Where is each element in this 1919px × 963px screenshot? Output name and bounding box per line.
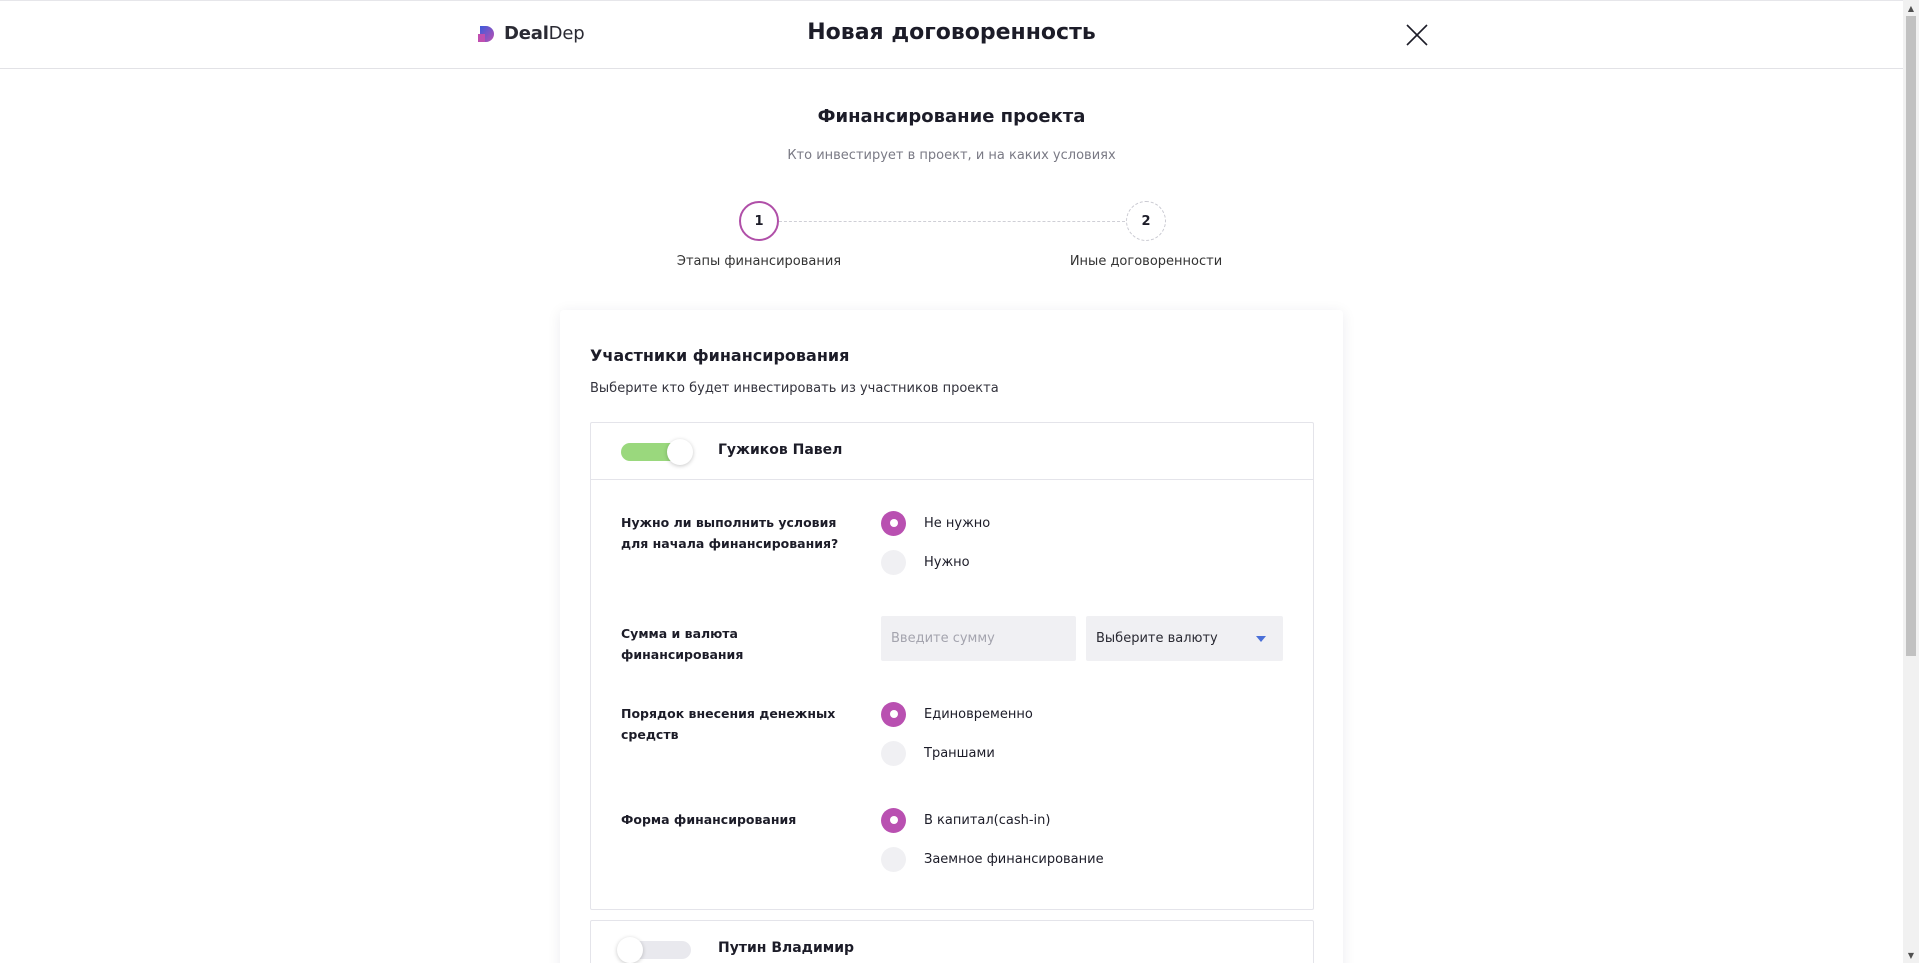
participant-panel: Гужиков Павел Нужно ли выполнить условия…	[590, 422, 1314, 910]
close-button[interactable]	[1405, 23, 1429, 47]
scroll-up-arrow-icon[interactable]: ▲	[1903, 0, 1919, 16]
radio-label: Нужно	[924, 554, 970, 570]
participants-card: Участники финансирования Выберите кто бу…	[560, 310, 1343, 963]
radio-equity[interactable]: В капитал(cash-in)	[881, 807, 1050, 833]
conditions-label: Нужно ли выполнить условия для начала фи…	[621, 515, 839, 551]
participant-name: Гужиков Павел	[718, 442, 843, 458]
card-subtitle: Выберите кто будет инвестировать из учас…	[590, 381, 999, 396]
radio-loan[interactable]: Заемное финансирование	[881, 846, 1104, 872]
step-1-circle[interactable]: 1	[739, 201, 779, 241]
radio-label: Единовременно	[924, 706, 1033, 722]
radio-tranches[interactable]: Траншами	[881, 740, 995, 766]
participant-toggle[interactable]	[621, 439, 693, 465]
currency-select[interactable]: Выберите валюту	[1086, 616, 1283, 661]
amount-input[interactable]	[881, 616, 1076, 661]
step-2-label: Иные договоренности	[1069, 254, 1223, 269]
toggle-knob[interactable]	[617, 937, 643, 963]
participant-panel: Путин Владимир	[590, 920, 1314, 963]
step-1-label: Этапы финансирования	[676, 254, 842, 269]
radio-lump-sum[interactable]: Единовременно	[881, 701, 1033, 727]
payment-order-label: Порядок внесения денежных средств	[621, 706, 836, 742]
scroll-down-arrow-icon[interactable]: ▼	[1903, 947, 1919, 963]
scrollbar-thumb[interactable]	[1906, 16, 1916, 656]
participant-header: Гужиков Павел	[591, 423, 1313, 480]
stepper-connector	[779, 221, 1125, 222]
participant-toggle[interactable]	[617, 937, 691, 963]
radio-label: Траншами	[924, 745, 995, 761]
chevron-down-icon[interactable]	[1256, 636, 1266, 642]
card-title: Участники финансирования	[590, 346, 850, 365]
radio-unchecked-icon[interactable]	[881, 740, 906, 766]
radio-label: Не нужно	[924, 515, 991, 531]
radio-label: В капитал(cash-in)	[924, 812, 1051, 828]
page-subtitle: Кто инвестирует в проект, и на каких усл…	[787, 148, 1116, 163]
scrollbar[interactable]: ▲ ▼	[1903, 0, 1919, 963]
radio-label: Заемное финансирование	[924, 851, 1104, 867]
modal-header: DealDep Новая договоренность	[0, 0, 1903, 69]
page-title: Финансирование проекта	[817, 106, 1086, 127]
radio-needed[interactable]: Нужно	[881, 549, 970, 575]
radio-checked-icon[interactable]	[881, 807, 906, 833]
radio-unchecked-icon[interactable]	[881, 846, 906, 872]
toggle-knob[interactable]	[667, 439, 693, 465]
radio-checked-icon[interactable]	[881, 510, 906, 536]
radio-checked-icon[interactable]	[881, 701, 906, 727]
modal-title: Новая договоренность	[807, 20, 1096, 45]
participant-name: Путин Владимир	[718, 940, 855, 956]
radio-not-needed[interactable]: Не нужно	[881, 510, 990, 536]
financing-form-label: Форма финансирования	[621, 812, 797, 827]
step-2-circle[interactable]: 2	[1126, 201, 1166, 241]
participant-header: Путин Владимир	[591, 921, 1313, 963]
currency-select-value: Выберите валюту	[1096, 631, 1218, 646]
radio-unchecked-icon[interactable]	[881, 549, 906, 575]
close-icon[interactable]	[1405, 23, 1429, 47]
amount-label: Сумма и валюта финансирования	[621, 626, 744, 662]
